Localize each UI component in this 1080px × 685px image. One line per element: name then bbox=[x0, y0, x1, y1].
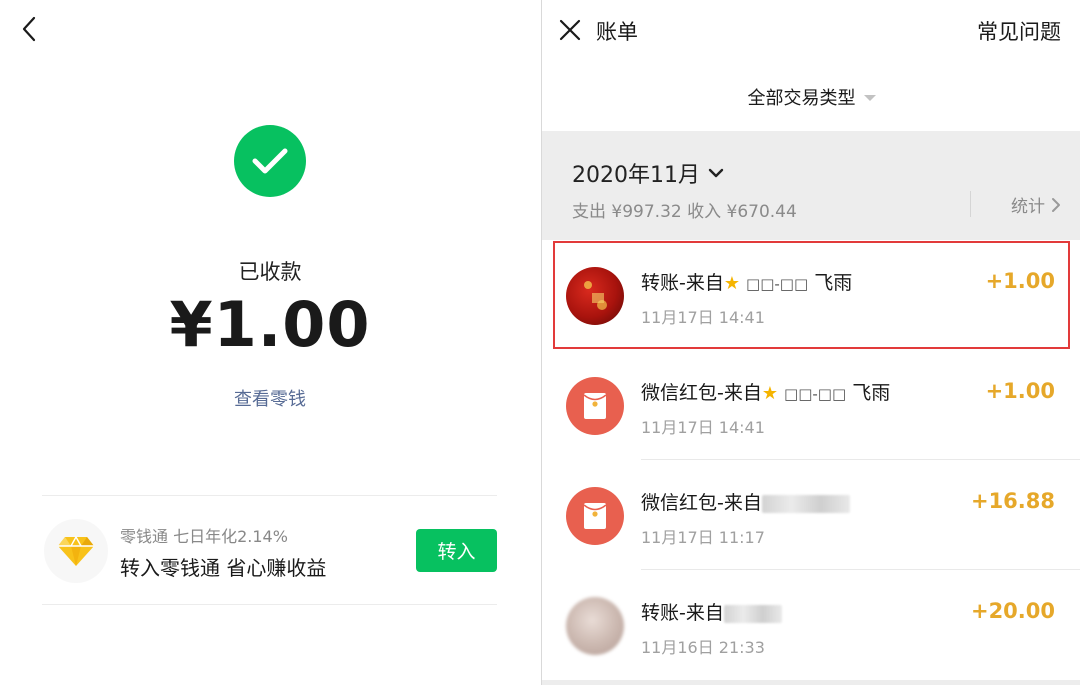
star-icon: ★ bbox=[761, 383, 778, 404]
red-packet-avatar bbox=[566, 377, 624, 435]
transaction-amount: +1.00 bbox=[985, 379, 1055, 403]
statistics-label: 统计 bbox=[1011, 197, 1045, 217]
star-icon: ★ bbox=[723, 273, 740, 294]
divider bbox=[970, 191, 971, 217]
statistics-link[interactable]: 统计 bbox=[1011, 192, 1061, 217]
transfer-in-button[interactable]: 转入 bbox=[416, 529, 497, 572]
divider bbox=[42, 495, 497, 496]
month-label: 2020年11月 bbox=[572, 163, 700, 188]
month-selector[interactable]: 2020年11月 bbox=[572, 157, 724, 189]
diamond-icon bbox=[58, 535, 94, 566]
transaction-amount: +1.00 bbox=[985, 269, 1055, 293]
lingqiantong-logo bbox=[44, 519, 108, 583]
check-icon bbox=[252, 148, 288, 174]
avatar bbox=[566, 597, 624, 655]
chevron-right-icon bbox=[1052, 197, 1060, 212]
filter-label: 全部交易类型 bbox=[747, 88, 856, 109]
transaction-list: 转账-来自★ □□-□□ 飞雨 11月17日 14:41 +1.00 微信红包-… bbox=[542, 240, 1080, 680]
transaction-time: 11月17日 14:41 bbox=[641, 308, 765, 327]
lingqiantong-rate: 零钱通 七日年化2.14% bbox=[120, 527, 288, 546]
faq-link[interactable]: 常见问题 bbox=[977, 16, 1061, 46]
transaction-type-filter[interactable]: 全部交易类型 bbox=[542, 84, 1080, 110]
back-chevron-icon bbox=[22, 16, 36, 42]
lingqiantong-promo: 转入零钱通 省心赚收益 bbox=[120, 556, 327, 580]
transaction-time: 11月16日 21:33 bbox=[641, 638, 765, 657]
transaction-title: 转账-来自 bbox=[641, 598, 782, 625]
back-button[interactable] bbox=[16, 14, 42, 44]
received-amount: ¥1.00 bbox=[169, 288, 371, 361]
view-change-link[interactable]: 查看零钱 bbox=[0, 385, 540, 411]
close-icon bbox=[559, 19, 581, 41]
redacted-name bbox=[761, 494, 850, 513]
transaction-row[interactable]: 转账-来自 11月16日 21:33 +20.00 bbox=[542, 570, 1080, 680]
red-packet-icon bbox=[583, 393, 607, 419]
close-button[interactable] bbox=[556, 16, 584, 44]
transaction-row[interactable]: 微信红包-来自 11月17日 11:17 +16.88 bbox=[542, 460, 1080, 570]
transaction-time: 11月17日 14:41 bbox=[641, 418, 765, 437]
chevron-down-icon bbox=[708, 168, 724, 178]
transaction-amount: +20.00 bbox=[970, 599, 1055, 623]
month-summary: 2020年11月 支出 ¥997.32 收入 ¥670.44 统计 bbox=[542, 131, 1080, 240]
transaction-row[interactable]: 微信红包-来自★ □□-□□ 飞雨 11月17日 14:41 +1.00 bbox=[542, 350, 1080, 460]
caret-down-icon bbox=[863, 95, 876, 101]
redacted-name bbox=[723, 604, 782, 623]
success-badge bbox=[234, 125, 306, 197]
red-packet-icon bbox=[583, 503, 607, 529]
bill-panel: 账单 常见问题 全部交易类型 2020年11月 支出 ¥997.32 收入 ¥6… bbox=[541, 0, 1080, 685]
bill-header: 账单 常见问题 全部交易类型 bbox=[542, 0, 1080, 131]
received-status-label: 已收款 bbox=[238, 260, 302, 284]
month-totals: 支出 ¥997.32 收入 ¥670.44 bbox=[572, 202, 797, 222]
payment-received-panel: 已收款 ¥1.00 查看零钱 零钱通 七日年化2.14% 转入零钱通 省心赚收益… bbox=[0, 0, 540, 685]
transaction-amount: +16.88 bbox=[970, 489, 1055, 513]
transaction-time: 11月17日 11:17 bbox=[641, 528, 765, 547]
avatar bbox=[566, 267, 624, 325]
transaction-title: 转账-来自★ □□-□□ 飞雨 bbox=[641, 272, 853, 294]
page-title: 账单 bbox=[596, 20, 638, 44]
transaction-title: 微信红包-来自 bbox=[641, 488, 850, 515]
divider bbox=[42, 604, 497, 605]
transaction-row[interactable]: 转账-来自★ □□-□□ 飞雨 11月17日 14:41 +1.00 bbox=[552, 240, 1071, 350]
red-packet-avatar bbox=[566, 487, 624, 545]
transaction-title: 微信红包-来自★ □□-□□ 飞雨 bbox=[641, 382, 891, 404]
